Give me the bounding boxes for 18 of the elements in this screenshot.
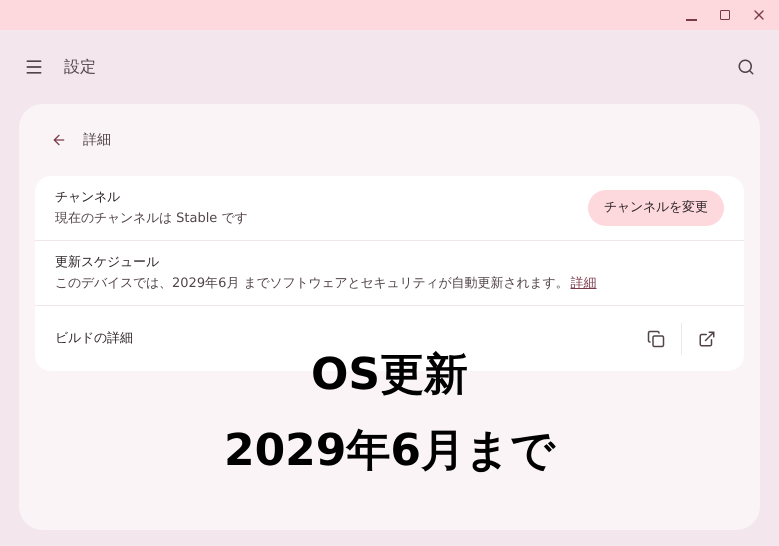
row-title: チャンネル — [55, 188, 121, 206]
maximize-icon — [719, 9, 731, 21]
search-icon — [737, 58, 755, 76]
back-arrow-icon — [51, 132, 67, 148]
details-link[interactable]: 詳細 — [570, 274, 596, 294]
caption-text: 2029年6月まで — [224, 424, 556, 478]
page-title: 詳細 — [83, 130, 111, 150]
caption-text: OS更新 — [310, 348, 468, 402]
open-external-icon — [698, 330, 716, 348]
minimize-icon — [686, 19, 696, 21]
change-channel-button[interactable]: チャンネルを変更 — [588, 190, 724, 226]
row-title: 更新スケジュール — [55, 254, 160, 272]
back-button[interactable] — [51, 132, 67, 148]
row-title: ビルドの詳細 — [55, 330, 133, 348]
copy-icon — [647, 330, 665, 348]
row-description: 現在のチャンネルは Stable です — [55, 210, 248, 228]
app-title: 設定 — [64, 56, 96, 78]
row-description: このデバイスでは、2029年6月 までソフトウェアとセキュリティが自動更新されます。 — [55, 275, 568, 293]
